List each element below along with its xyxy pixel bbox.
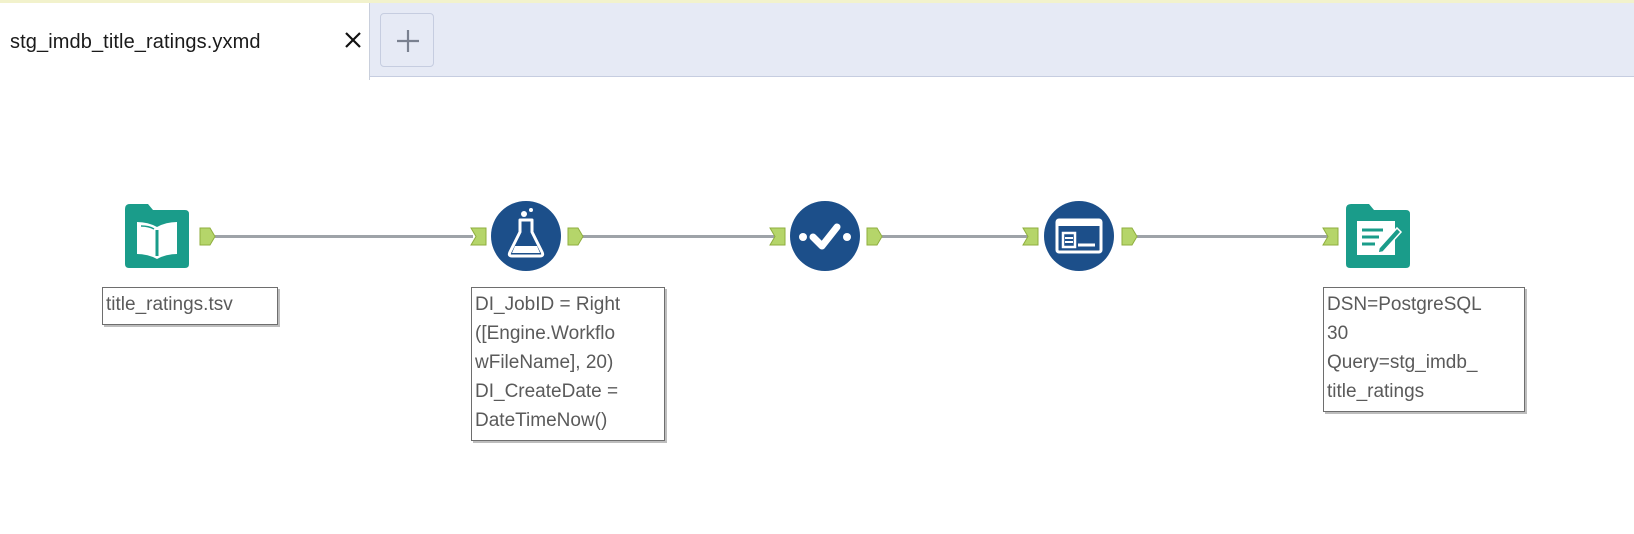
flask-icon xyxy=(491,201,561,271)
plus-icon xyxy=(397,30,419,52)
annotation-line: title_ratings.tsv xyxy=(106,294,233,315)
checkmark-icon xyxy=(790,201,860,271)
formula-annotation: DI_JobID = Right ([Engine.Workflo wFileN… xyxy=(471,287,665,441)
connection-autofield-output[interactable] xyxy=(1137,235,1330,238)
output-anchor[interactable] xyxy=(567,227,584,246)
input-annotation: title_ratings.tsv xyxy=(102,287,278,325)
connection-formula-select[interactable] xyxy=(582,235,778,238)
tab-bar: stg_imdb_title_ratings.yxmd xyxy=(0,0,1634,80)
output-data-tool[interactable] xyxy=(1343,201,1413,271)
close-tab-icon[interactable] xyxy=(341,29,365,55)
output-annotation: DSN=PostgreSQL 30 Query=stg_imdb_ title_… xyxy=(1323,287,1525,412)
annotation-line: wFileName], 20) xyxy=(475,352,614,373)
notepad-pen-icon xyxy=(1346,204,1410,268)
output-anchor[interactable] xyxy=(866,227,883,246)
output-anchor[interactable] xyxy=(1121,227,1138,246)
connection-input-formula[interactable] xyxy=(215,235,473,238)
autofield-icon xyxy=(1044,201,1114,271)
annotation-line: 30 xyxy=(1327,323,1349,344)
workflow-canvas[interactable]: title_ratings.tsv DI_JobID = Right ([Eng… xyxy=(0,77,1634,534)
close-icon xyxy=(345,32,361,48)
autofield-tool[interactable] xyxy=(1043,200,1115,272)
input-anchor[interactable] xyxy=(769,227,786,246)
annotation-line: title_ratings xyxy=(1327,381,1425,402)
output-anchor[interactable] xyxy=(199,227,216,246)
annotation-line: DateTimeNow() xyxy=(475,410,608,431)
select-tool[interactable] xyxy=(789,200,861,272)
input-data-tool[interactable] xyxy=(122,201,192,271)
input-anchor[interactable] xyxy=(1322,227,1339,246)
annotation-line: ([Engine.Workflo xyxy=(475,323,616,344)
tab-workflow[interactable]: stg_imdb_title_ratings.yxmd xyxy=(0,3,370,80)
new-tab-button[interactable] xyxy=(380,13,434,67)
input-anchor[interactable] xyxy=(1022,227,1039,246)
tab-title[interactable]: stg_imdb_title_ratings.yxmd xyxy=(10,31,261,54)
annotation-line: DSN=PostgreSQL xyxy=(1327,294,1482,315)
annotation-line: Query=stg_imdb_ xyxy=(1327,352,1478,373)
book-icon xyxy=(125,204,189,268)
input-anchor[interactable] xyxy=(470,227,487,246)
annotation-line: DI_JobID = Right xyxy=(475,294,621,315)
formula-tool[interactable] xyxy=(490,200,562,272)
annotation-line: DI_CreateDate = xyxy=(475,381,619,402)
connection-select-autofield[interactable] xyxy=(882,235,1032,238)
